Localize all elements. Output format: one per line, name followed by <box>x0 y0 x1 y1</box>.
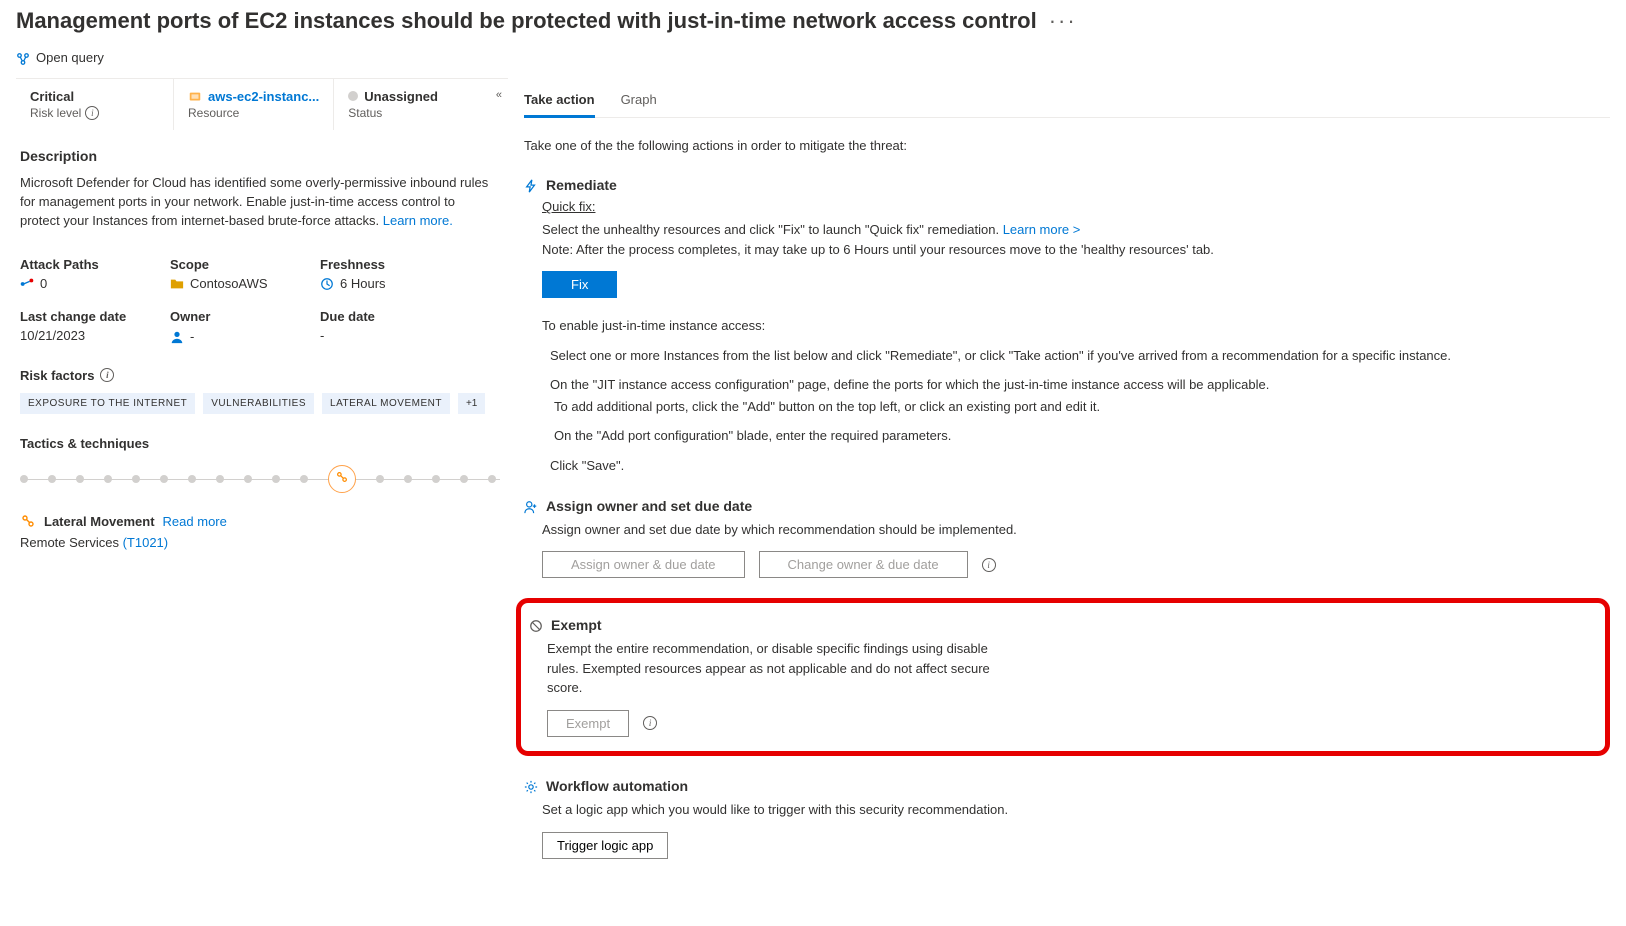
description-heading: Description <box>20 148 494 164</box>
lateral-movement-icon <box>20 513 36 530</box>
info-icon[interactable]: i <box>643 716 657 730</box>
exempt-icon <box>529 617 543 633</box>
remediate-step1: Select one or more Instances from the li… <box>546 346 1610 366</box>
lateral-title: Lateral Movement <box>44 514 155 529</box>
resource-link[interactable]: aws-ec2-instanc... <box>208 89 319 104</box>
trigger-logic-app-button[interactable]: Trigger logic app <box>542 832 668 859</box>
exempt-desc: Exempt the entire recommendation, or dis… <box>547 639 1017 698</box>
attack-path-icon <box>20 276 34 292</box>
exempt-highlight: Exempt Exempt the entire recommendation,… <box>516 598 1610 756</box>
quickfix-learn-more[interactable]: Learn more > <box>1003 222 1081 237</box>
tactic-active-node[interactable] <box>328 465 356 493</box>
assign-owner-button[interactable]: Assign owner & due date <box>542 551 745 578</box>
lightning-icon <box>524 177 538 193</box>
risk-level-cell: Critical Risk level i <box>16 79 174 131</box>
scope: Scope ContosoAWS <box>170 257 320 292</box>
tab-take-action[interactable]: Take action <box>524 82 595 118</box>
gear-icon <box>524 778 538 794</box>
workflow-desc: Set a logic app which you would like to … <box>542 800 1610 820</box>
status-dot-icon <box>348 91 358 101</box>
tactics-label: Tactics & techniques <box>20 436 504 451</box>
info-icon[interactable]: i <box>982 558 996 572</box>
technique-link[interactable]: (T1021) <box>123 535 169 550</box>
risk-chip[interactable]: LATERAL MOVEMENT <box>322 393 450 414</box>
status-cell: Unassigned Status <box>334 79 492 131</box>
query-icon <box>16 50 30 66</box>
remediate-step3: On the "Add port configuration" blade, e… <box>546 426 1610 446</box>
take-action-intro: Take one of the the following actions in… <box>524 136 1610 156</box>
quickfix-label: Quick fix: <box>542 199 1610 214</box>
page-title: Management ports of EC2 instances should… <box>16 8 1610 34</box>
risk-factors-label: Risk factors i <box>20 368 504 383</box>
quickfix-note: Note: After the process completes, it ma… <box>542 240 1610 260</box>
risk-chip[interactable]: VULNERABILITIES <box>203 393 314 414</box>
info-icon[interactable]: i <box>100 368 114 382</box>
change-owner-button[interactable]: Change owner & due date <box>759 551 968 578</box>
last-change-date: Last change date 10/21/2023 <box>20 309 170 344</box>
collapse-chevron-icon[interactable]: « <box>496 89 502 101</box>
resource-cell: aws-ec2-instanc... Resource <box>174 79 334 131</box>
exempt-heading: Exempt <box>529 617 1595 633</box>
folder-icon <box>170 276 184 292</box>
info-icon[interactable]: i <box>85 106 99 120</box>
risk-chip-more[interactable]: +1 <box>458 393 485 414</box>
due-date: Due date - <box>320 309 470 344</box>
assign-heading: Assign owner and set due date <box>524 497 1610 513</box>
tab-graph[interactable]: Graph <box>621 82 657 117</box>
description-text: Microsoft Defender for Cloud has identif… <box>20 174 494 231</box>
info-bar: Critical Risk level i aws-ec2-instanc...… <box>16 79 508 131</box>
remediate-heading: Remediate <box>524 177 1610 193</box>
enable-intro: To enable just-in-time instance access: <box>542 316 1610 336</box>
fix-button[interactable]: Fix <box>542 271 617 298</box>
lateral-subtext: Remote Services (T1021) <box>20 535 504 550</box>
exempt-button[interactable]: Exempt <box>547 710 629 737</box>
assign-desc: Assign owner and set due date by which r… <box>542 520 1610 540</box>
person-icon <box>170 328 184 344</box>
workflow-heading: Workflow automation <box>524 778 1610 794</box>
clock-icon <box>320 276 334 292</box>
freshness: Freshness 6 Hours <box>320 257 470 292</box>
open-query-link[interactable]: Open query <box>16 50 1610 66</box>
assign-owner-icon <box>524 497 538 513</box>
tactics-timeline <box>20 465 504 493</box>
more-icon[interactable]: ··· <box>1049 8 1077 34</box>
ec2-icon <box>188 89 202 105</box>
lateral-read-more[interactable]: Read more <box>163 514 227 529</box>
quickfix-line1: Select the unhealthy resources and click… <box>542 220 1610 240</box>
owner: Owner - <box>170 309 320 344</box>
risk-chip[interactable]: EXPOSURE TO THE INTERNET <box>20 393 195 414</box>
description-learn-more[interactable]: Learn more. <box>383 213 453 228</box>
remediate-step4: Click "Save". <box>546 456 1610 476</box>
remediate-step2b: To add additional ports, click the "Add"… <box>546 397 1610 417</box>
attack-paths: Attack Paths 0 <box>20 257 170 292</box>
remediate-step2a: On the "JIT instance access configuratio… <box>546 375 1610 395</box>
